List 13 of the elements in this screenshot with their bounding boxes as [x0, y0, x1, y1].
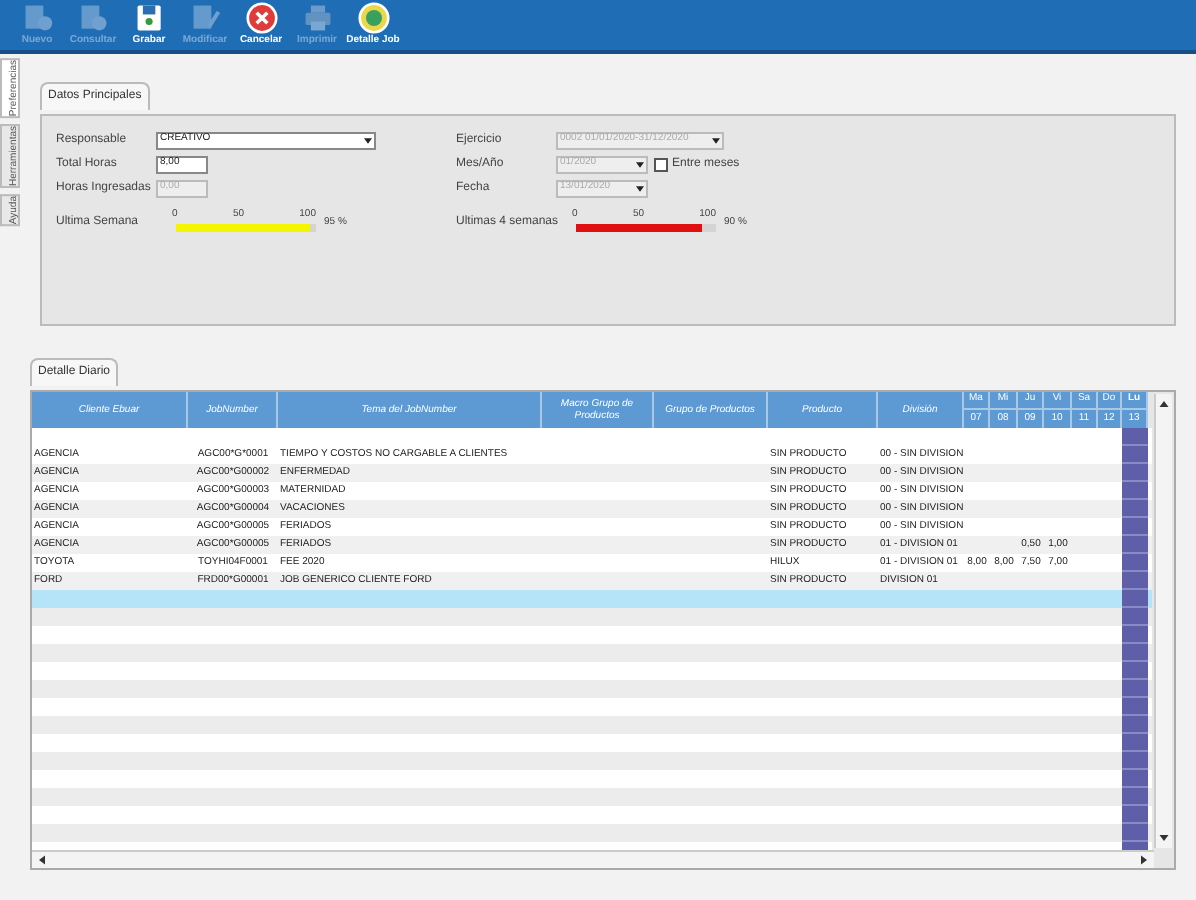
scroll-down-icon[interactable] — [1158, 832, 1170, 844]
scroll-left-icon[interactable] — [36, 854, 48, 866]
scroll-up-icon[interactable] — [1158, 398, 1170, 410]
caret-icon — [712, 137, 720, 143]
caret-icon — [636, 161, 644, 167]
caret-icon — [364, 137, 372, 143]
caret-icon — [636, 185, 644, 191]
badge-icon — [355, 2, 391, 34]
vertical-scrollbar[interactable] — [1154, 394, 1172, 848]
cancel-icon — [243, 2, 279, 34]
horizontal-scrollbar[interactable] — [32, 850, 1154, 868]
scroll-right-icon[interactable] — [1138, 854, 1150, 866]
checkbox[interactable] — [654, 157, 668, 171]
